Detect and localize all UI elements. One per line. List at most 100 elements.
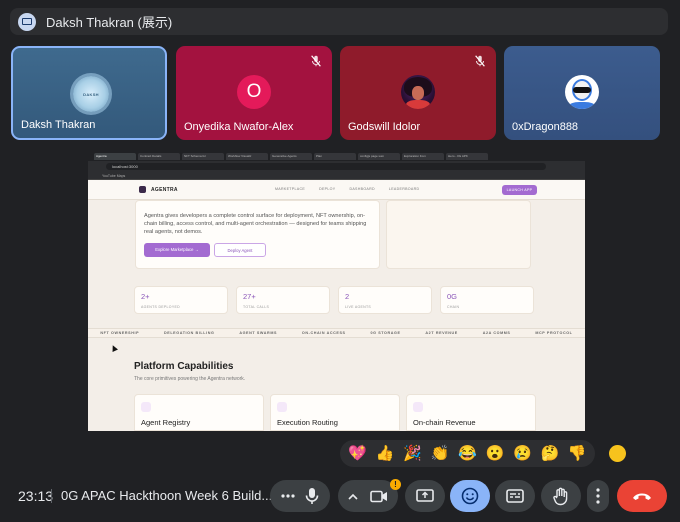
camera-icon: [370, 490, 387, 502]
captions-button[interactable]: [495, 480, 535, 512]
nav-link-dashboard: DASHBOARD: [349, 187, 375, 191]
more-dots-icon: [281, 494, 295, 498]
reaction-surprised[interactable]: 😮: [486, 446, 505, 461]
mic-off-icon: [475, 55, 485, 67]
ticker-item: DELEGATION BILLING: [164, 331, 215, 335]
browser-tabs: Agentra Contract Details NFT Schema for …: [88, 151, 585, 161]
browser-bookmarks: YouTube Maps: [88, 172, 585, 180]
ticker-item: 0G STORAGE: [370, 331, 401, 335]
site-brand: AGENTRA: [151, 186, 178, 193]
ticker-item: A2A COMMS: [482, 331, 511, 335]
presenter-bar[interactable]: Daksh Thakran (展示): [10, 8, 668, 35]
feature-icon: [277, 402, 287, 412]
reactions-button[interactable]: [450, 480, 490, 512]
browser-url: localhost:3000: [106, 163, 546, 170]
ticker-item: AGENT SWARMS: [239, 331, 278, 335]
camera-warning-badge: !: [390, 479, 401, 490]
site-nav-links: MARKETPLACE DEPLOY DASHBOARD LEADERBOARD: [275, 187, 419, 191]
stat-value: 2+: [141, 292, 150, 301]
ticker-item: A2T REVENUE: [425, 331, 458, 335]
deploy-agent-button: Deploy Agent: [214, 243, 266, 257]
reaction-party[interactable]: 🎉: [403, 446, 422, 461]
feature-card: Execution Routing: [270, 394, 400, 431]
feature-card: On-chain Revenue: [406, 394, 536, 431]
browser-tab: Generative Agents: [270, 152, 312, 160]
browser-address-bar: localhost:3000: [88, 161, 585, 172]
browser-tab: Hero - 0G APK: [446, 152, 488, 160]
feature-icon: [413, 402, 423, 412]
stat-card: 2 LIVE AGENTS: [338, 286, 432, 314]
stat-value: 27+: [243, 292, 256, 301]
nav-link-marketplace: MARKETPLACE: [275, 187, 306, 191]
clock: 23:13: [18, 488, 54, 504]
captions-icon: [506, 489, 524, 503]
capabilities-title: Platform Capabilities: [134, 361, 234, 372]
hand-icon: [553, 487, 568, 505]
reaction-thinking[interactable]: 🤔: [540, 446, 559, 461]
mic-icon: [305, 488, 319, 504]
hero-visual-card: [386, 200, 531, 269]
reaction-laugh[interactable]: 😂: [458, 446, 477, 461]
reactions-bar: 💖 👍 🎉 👏 😂 😮 😢 🤔 👎: [340, 440, 595, 467]
browser-tab: Agentra: [94, 152, 136, 160]
stat-value: 0G: [447, 292, 458, 301]
stat-label: LIVE AGENTS: [345, 305, 372, 309]
site-logo-icon: [139, 186, 146, 193]
hero-description: Agentra gives developers a complete cont…: [144, 213, 367, 235]
nav-link-leaderboard: LEADERBOARD: [388, 187, 420, 191]
mic-button[interactable]: [270, 480, 330, 512]
present-icon: [416, 488, 434, 502]
feature-title: On-chain Revenue: [413, 418, 476, 427]
mic-off-icon: [311, 55, 321, 67]
stat-label: TOTAL CALLS: [243, 305, 270, 309]
participant-name: 0xDragon888: [512, 121, 579, 133]
skin-tone-picker[interactable]: [609, 445, 626, 462]
participant-tile-0xdragon888[interactable]: 0xDragon888: [504, 46, 660, 140]
ticker-item: NFT OWNERSHIP: [100, 331, 140, 335]
launch-app-button: LAUNCH APP: [502, 185, 537, 195]
feature-ticker: NFT OWNERSHIP DELEGATION BILLING AGENT S…: [88, 328, 585, 338]
present-now-button[interactable]: [405, 480, 445, 512]
stat-card: 2+ AGENTS DEPLOYED: [134, 286, 228, 314]
stat-card: 0G CHAIN: [440, 286, 534, 314]
emoji-icon: [461, 487, 479, 505]
browser-tab: Workflow Visualiz: [226, 152, 268, 160]
call-end-icon: [633, 493, 651, 500]
feature-title: Agent Registry: [141, 418, 191, 427]
presenter-label: Daksh Thakran (展示): [46, 15, 173, 30]
participant-name: Onyedika Nwafor-Alex: [184, 121, 294, 133]
explore-marketplace-button: Explore Marketplace →: [144, 243, 210, 257]
reaction-thumbs-up[interactable]: 👍: [376, 446, 395, 461]
feature-card: Agent Registry: [134, 394, 264, 431]
stat-card: 27+ TOTAL CALLS: [236, 286, 330, 314]
avatar: O: [237, 75, 271, 109]
avatar: DAKSH: [73, 76, 109, 112]
browser-tab: Contract Details: [138, 152, 180, 160]
browser-tab: NFT Schema for: [182, 152, 224, 160]
participant-tile-godswill[interactable]: Godswill Idolor: [340, 46, 496, 140]
reaction-heart[interactable]: 💖: [348, 446, 367, 461]
participant-tile-onyedika[interactable]: O Onyedika Nwafor-Alex: [176, 46, 332, 140]
participant-tile-daksh[interactable]: DAKSH Daksh Thakran: [11, 46, 167, 140]
camera-button[interactable]: [338, 480, 398, 512]
browser-tab: configjs page sum: [358, 152, 400, 160]
reaction-thumbs-down[interactable]: 👎: [568, 446, 587, 461]
browser-tab: Exploration from: [402, 152, 444, 160]
reaction-sad[interactable]: 😢: [513, 446, 532, 461]
divider: [51, 489, 52, 503]
ticker-item: MCP PROTOCOL: [535, 331, 573, 335]
ticker-item: ON-CHAIN ACCESS: [301, 331, 346, 335]
avatar: [565, 75, 599, 109]
meeting-title: 0G APAC Hackthoon Week 6 Build...: [61, 488, 273, 503]
more-options-button[interactable]: [587, 480, 609, 512]
site-nav: AGENTRA MARKETPLACE DEPLOY DASHBOARD LEA…: [88, 180, 585, 200]
raise-hand-button[interactable]: [541, 480, 581, 512]
present-screen-icon: [18, 12, 36, 31]
leave-call-button[interactable]: [617, 480, 667, 512]
hero-card: Agentra gives developers a complete cont…: [135, 200, 380, 269]
feature-title: Execution Routing: [277, 418, 338, 427]
reaction-clap[interactable]: 👏: [431, 446, 450, 461]
stat-label: CHAIN: [447, 305, 460, 309]
more-vert-icon: [596, 488, 600, 504]
browser-tab: Plan: [314, 152, 356, 160]
